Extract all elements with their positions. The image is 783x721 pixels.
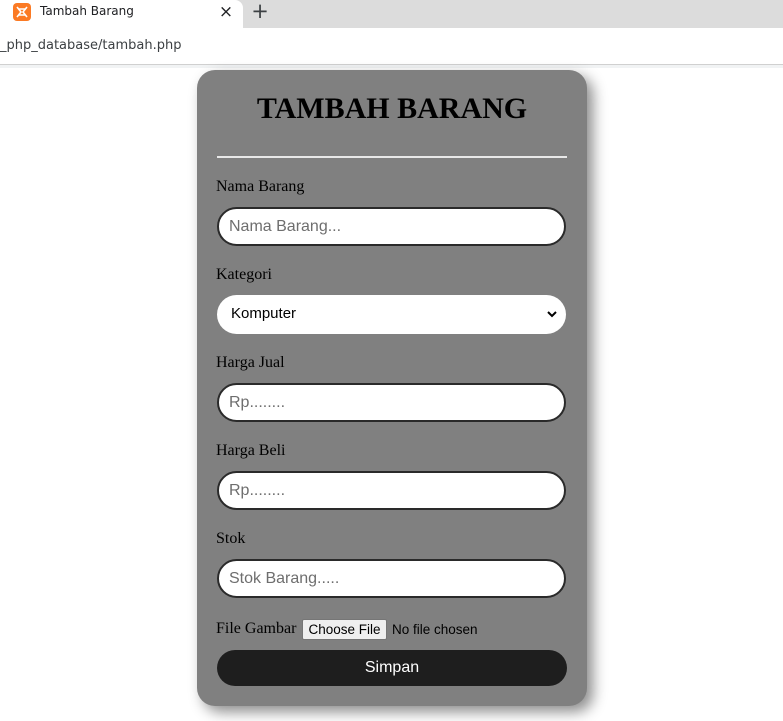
choose-file-button[interactable]: Choose File — [302, 619, 387, 640]
form-title: TAMBAH BARANG — [256, 92, 528, 125]
harga-beli-input[interactable] — [217, 471, 566, 510]
xampp-icon — [13, 3, 31, 21]
kategori-selected-value: Komputer — [231, 305, 297, 322]
browser-tab[interactable]: Tambah Barang × — [0, 0, 243, 28]
harga-beli-label: Harga Beli — [216, 442, 286, 459]
stok-input[interactable] — [217, 559, 566, 598]
stok-label: Stok — [216, 530, 246, 547]
simpan-button[interactable]: Simpan — [217, 650, 567, 686]
address-url[interactable]: _php_database/tambah.php — [0, 38, 181, 53]
close-tab-icon[interactable]: × — [215, 2, 237, 22]
tab-title: Tambah Barang — [40, 4, 134, 18]
title-divider — [217, 156, 567, 158]
address-bar[interactable]: _php_database/tambah.php — [0, 28, 783, 65]
harga-jual-input[interactable] — [217, 383, 566, 422]
tab-strip: Tambah Barang × + — [0, 0, 783, 28]
toolbar-divider — [0, 65, 783, 68]
new-tab-icon[interactable]: + — [249, 1, 271, 23]
nama-barang-input[interactable] — [217, 207, 566, 246]
chevron-down-icon — [547, 311, 557, 318]
file-gambar-label: File Gambar — [216, 620, 297, 637]
add-item-form-card: TAMBAH BARANG Nama Barang Kategori Kompu… — [197, 70, 587, 706]
kategori-label: Kategori — [216, 266, 272, 283]
kategori-select[interactable]: Komputer — [217, 295, 566, 334]
harga-jual-label: Harga Jual — [216, 354, 285, 371]
nama-barang-label: Nama Barang — [216, 178, 305, 195]
file-status-text: No file chosen — [392, 622, 478, 637]
